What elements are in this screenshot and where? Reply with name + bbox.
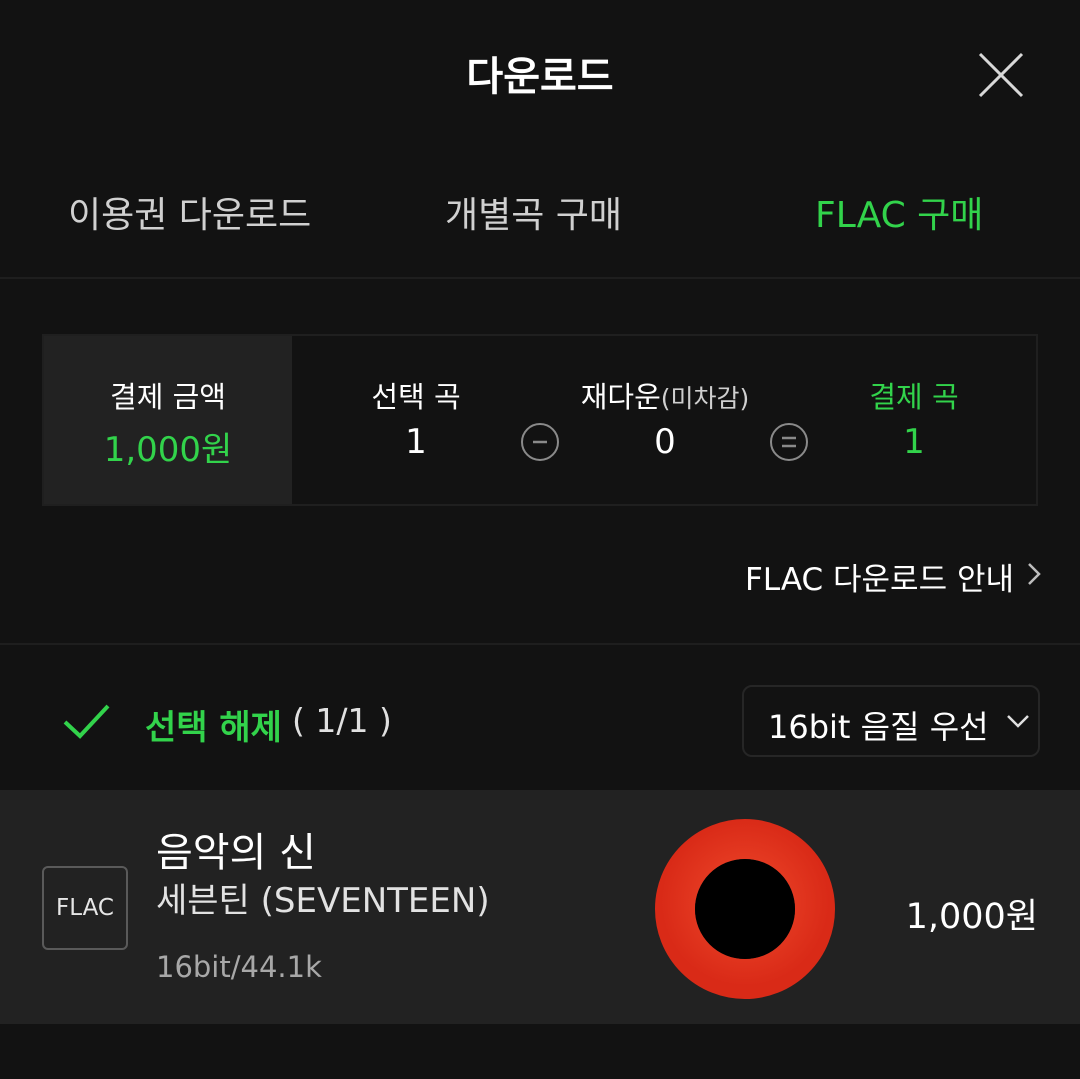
tab-flac-purchase[interactable]: FLAC 구매	[815, 186, 983, 238]
checkmark-icon[interactable]	[62, 700, 112, 744]
payment-amount-label: 결제 금액	[110, 380, 226, 414]
pay-songs-value: 1	[903, 422, 925, 462]
redownload-label-text: 재다운	[580, 380, 661, 414]
deselect-button[interactable]: 선택 해제	[145, 700, 282, 749]
pay-songs-label: 결제 곡	[869, 380, 959, 414]
payment-amount-value: 1,000원	[103, 430, 233, 470]
track-title: 음악의 신	[156, 830, 316, 876]
section-divider	[0, 643, 1080, 645]
track-price: 1,000원	[905, 897, 1038, 937]
chevron-right-icon[interactable]	[1024, 562, 1044, 586]
track-artist: 세븐틴 (SEVENTEEN)	[156, 881, 490, 921]
selected-songs-value: 1	[405, 422, 427, 462]
minus-circle-icon	[521, 423, 559, 461]
selection-count: ( 1/1 )	[292, 701, 392, 740]
close-icon[interactable]	[976, 50, 1026, 100]
tab-divider	[0, 277, 1080, 279]
page-title: 다운로드	[466, 54, 614, 100]
equals-circle-icon	[770, 423, 808, 461]
redownload-sub: (미차감)	[660, 384, 750, 413]
payment-amount-panel	[44, 336, 292, 504]
chevron-down-icon	[1006, 712, 1030, 730]
quality-dropdown-value: 16bit 음질 우선	[768, 708, 989, 746]
selected-songs-label: 선택 곡	[371, 380, 461, 414]
redownload-value: 0	[654, 422, 676, 462]
track-format: 16bit/44.1k	[156, 950, 322, 984]
tab-single-purchase[interactable]: 개별곡 구매	[445, 186, 622, 238]
album-art	[652, 816, 838, 1002]
tab-subscription-download[interactable]: 이용권 다운로드	[68, 186, 311, 238]
flac-download-guide-link[interactable]: FLAC 다운로드 안내	[745, 554, 1014, 599]
flac-badge: FLAC	[42, 866, 128, 950]
redownload-label: 재다운(미차감)	[560, 374, 770, 416]
